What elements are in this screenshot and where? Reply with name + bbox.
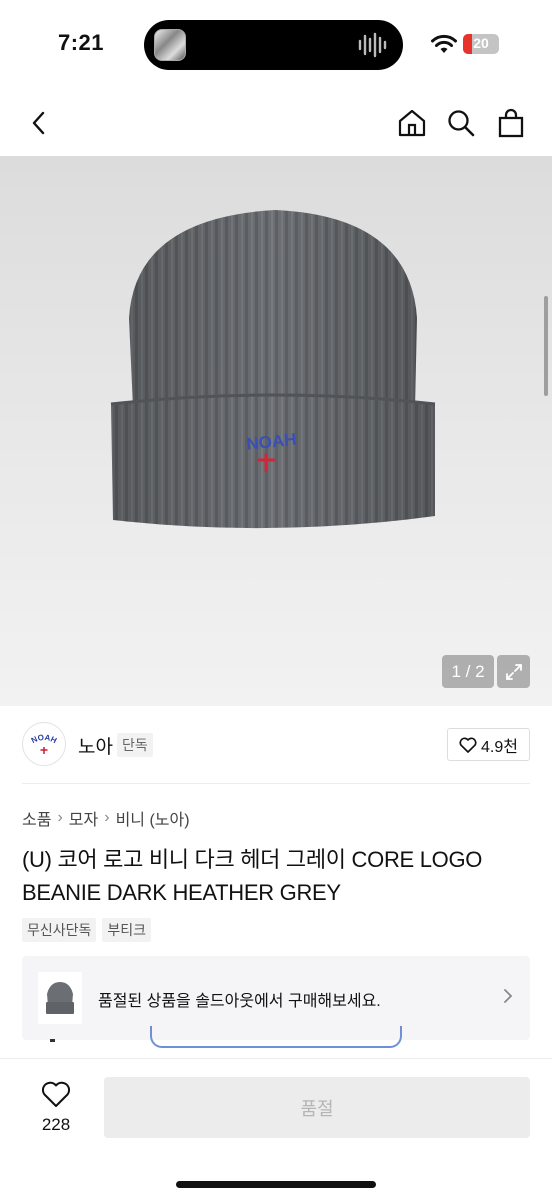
shopping-bag-icon <box>498 108 524 138</box>
breadcrumb-item-accessories[interactable]: 소품 <box>22 806 51 830</box>
soldout-button[interactable]: 품절 <box>104 1077 530 1138</box>
search-icon <box>448 110 475 137</box>
soldout-banner-text: 품절된 상품을 솔드아웃에서 구매해보세요. <box>98 993 381 1010</box>
wifi-icon <box>431 34 457 53</box>
product-title: (U) 코어 로고 비니 다크 헤더 그레이 CORE LOGO BEANIE … <box>22 847 483 905</box>
wishlist-button[interactable]: 228 <box>28 1079 84 1139</box>
back-chevron-icon <box>32 111 45 135</box>
partial-element-fragment <box>50 1039 55 1042</box>
chevron-right-icon <box>504 989 513 1003</box>
expand-image-button[interactable] <box>497 655 530 688</box>
brand-logo[interactable]: NOAH <box>22 722 66 766</box>
search-button[interactable] <box>442 104 480 142</box>
brand-name[interactable]: 노아 <box>78 732 113 759</box>
exclusive-badge: 단독 <box>117 733 153 757</box>
breadcrumb-separator-icon: › <box>57 809 63 826</box>
wishlist-count: 228 <box>41 1115 71 1134</box>
home-indicator[interactable] <box>176 1181 376 1188</box>
brand-like-button[interactable]: 4.9천 <box>447 728 530 761</box>
page-scrollbar[interactable] <box>544 296 548 396</box>
breadcrumb-item-hats[interactable]: 모자 <box>69 806 98 830</box>
product-image-gallery[interactable]: NOAH <box>0 156 552 706</box>
cart-button[interactable] <box>492 104 530 142</box>
back-button[interactable] <box>20 104 58 142</box>
breadcrumb: 소품 › 모자 › 비니 (노아) <box>22 806 190 830</box>
battery-level: 20 <box>473 35 489 51</box>
top-nav-bar <box>0 92 552 154</box>
beanie-product-photo: NOAH <box>110 210 436 529</box>
heart-outline-icon <box>41 1081 71 1107</box>
breadcrumb-separator-icon: › <box>104 809 110 826</box>
home-icon <box>398 109 426 137</box>
bottom-action-bar: 228 품절 <box>0 1058 552 1200</box>
battery-icon: 20 <box>463 34 499 54</box>
brand-like-count: 4.9천 <box>481 738 518 756</box>
status-time: 7:21 <box>58 30 105 55</box>
tag-musinsa-exclusive: 무신사단독 <box>22 918 97 942</box>
breadcrumb-item-beanie[interactable]: 비니 (노아) <box>116 806 190 830</box>
expand-icon <box>505 663 522 680</box>
audio-waveform-icon <box>358 32 387 58</box>
banner-product-thumbnail <box>38 972 82 1024</box>
status-bar: 7:21 20 <box>0 0 552 90</box>
heart-outline-icon <box>459 737 477 753</box>
product-tags: 무신사단독 부티크 <box>22 918 152 942</box>
brand-row: NOAH 노아 단독 4.9천 <box>0 716 552 776</box>
home-button[interactable] <box>393 104 431 142</box>
noah-logo-icon: NOAH <box>30 733 59 754</box>
gallery-page-indicator: 1 / 2 <box>442 655 494 688</box>
section-divider <box>22 783 530 784</box>
tag-boutique: 부티크 <box>102 918 152 942</box>
partial-outlined-button[interactable] <box>150 1026 402 1048</box>
dynamic-island[interactable] <box>144 20 403 70</box>
svg-text:NOAH: NOAH <box>30 733 59 745</box>
now-playing-thumbnail-icon <box>154 29 186 61</box>
